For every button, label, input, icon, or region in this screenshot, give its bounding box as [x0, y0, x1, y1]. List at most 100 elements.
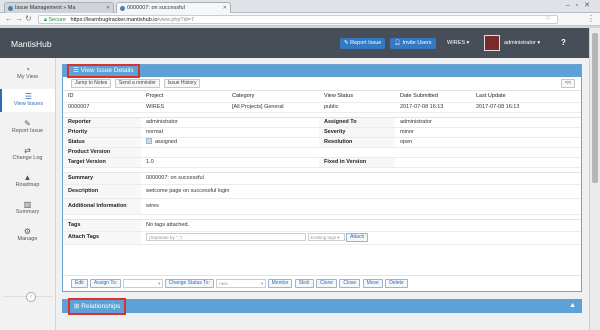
window-controls[interactable]: –▫✕	[566, 1, 596, 9]
relationships-title: ⊞ Relationships	[68, 298, 127, 315]
user-plus-icon: 👤︎	[394, 40, 403, 46]
move-button[interactable]: Move	[362, 279, 383, 288]
browser-menu-icon[interactable]: ⋮	[587, 14, 595, 23]
gears-icon: ⚙	[23, 227, 32, 236]
issue-project: WIRES	[141, 102, 227, 113]
sidebar: ◔ My View ☰ View Issues ✎ Report Issue ⇄…	[0, 58, 56, 330]
product-version-label: Product Version	[63, 147, 141, 158]
jump-to-notes-button[interactable]: Jump to Notes	[71, 79, 112, 88]
page-scrollbar[interactable]	[589, 28, 600, 330]
status-select[interactable]: new ▾	[216, 279, 267, 288]
user-menu[interactable]: administrator ▾	[504, 40, 540, 46]
expand-icon[interactable]: <<	[561, 79, 575, 88]
issue-last-update: 2017-07-08 16:13	[471, 102, 581, 113]
close-button[interactable]: Close	[339, 279, 361, 288]
assign-to-select[interactable]: ▾	[123, 279, 164, 288]
header-project: Project	[141, 91, 227, 103]
change-status-button[interactable]: Change Status To:	[164, 279, 214, 288]
issue-id: 0000007	[63, 102, 141, 113]
fixed-version-label: Fixed in Version	[319, 157, 395, 168]
header-date-submitted: Date Submitted	[395, 91, 471, 103]
header-category: Category	[227, 91, 319, 103]
list-icon: ☰	[73, 67, 81, 74]
description-value: welcome page on successful login	[141, 184, 581, 199]
address-bar: ← → ↻ 🔒︎ Secure https://learnbugtracker.…	[0, 13, 600, 26]
relationships-panel-header[interactable]: ⊞ Relationships ▲	[62, 298, 582, 315]
issue-date-submitted: 2017-07-08 16:13	[395, 102, 471, 113]
status-value: assigned	[141, 137, 319, 148]
sidebar-item-summary[interactable]: ▥ Summary	[0, 197, 55, 220]
issue-actions: Edit Assign To: ▾ Change Status To: new ▾…	[63, 275, 581, 291]
sidebar-item-my-view[interactable]: ◔ My View	[0, 62, 55, 85]
assigned-to-value: administrator	[395, 117, 581, 128]
browser-tab[interactable]: Issue Management » Ma ✕	[4, 2, 114, 13]
tags-label: Tags	[63, 219, 141, 232]
sidebar-item-roadmap[interactable]: ▲ Roadmap	[0, 170, 55, 193]
send-reminder-button[interactable]: Send a reminder	[114, 79, 160, 88]
issue-summary-table: ID Project Category View Status Date Sub…	[63, 91, 581, 245]
sidebar-item-change-log[interactable]: ⇄ Change Log	[0, 143, 55, 166]
attach-button[interactable]: Attach	[346, 232, 369, 242]
summary-label: Summary	[63, 172, 141, 185]
help-icon[interactable]: ?	[561, 38, 566, 47]
panel-header: ☰ View Issue Details	[63, 64, 581, 78]
header-last-update: Last Update	[471, 91, 581, 103]
app-navbar: MantisHub ✎ Report Issue 👤︎ Invite Users…	[0, 28, 589, 58]
chevron-down-icon: ▾	[260, 281, 264, 286]
assign-to-button[interactable]: Assign To:	[90, 279, 121, 288]
close-tab-icon[interactable]: ✕	[223, 5, 227, 11]
clone-button[interactable]: Clone	[315, 279, 338, 288]
additional-info-value: wires	[141, 198, 581, 215]
issue-history-button[interactable]: Issue History	[163, 79, 201, 88]
scrollbar-thumb[interactable]	[592, 33, 598, 183]
status-label: Status	[63, 137, 141, 148]
bookmark-star-icon[interactable]: ☆	[545, 14, 551, 22]
browser-tab-active[interactable]: 0000007: on successful ✕	[116, 2, 231, 13]
tags-value: No tags attached.	[141, 219, 581, 232]
brand-logo[interactable]: MantisHub	[11, 39, 52, 49]
close-tab-icon[interactable]: ✕	[106, 5, 110, 11]
target-version-value: 1.0	[141, 157, 319, 168]
status-swatch	[146, 138, 152, 145]
invite-users-button[interactable]: 👤︎ Invite Users	[390, 38, 436, 49]
url-field[interactable]: 🔒︎ Secure https://learnbugtracker.mantis…	[38, 15, 558, 24]
url-path: /view.php?id=7	[157, 17, 195, 23]
issue-view-status: public	[319, 102, 395, 113]
sidebar-item-view-issues[interactable]: ☰ View Issues	[0, 89, 55, 112]
sidebar-item-report-issue[interactable]: ✎ Report Issue	[0, 116, 55, 139]
chevron-down-icon: ▾	[158, 281, 161, 286]
reload-icon[interactable]: ↻	[25, 14, 32, 23]
edit-button[interactable]: Edit	[71, 279, 88, 288]
attach-tags-controls: (Separate by ",") Existing tags ▾ Attach	[141, 231, 581, 245]
delete-button[interactable]: Delete	[385, 279, 408, 288]
priority-label: Priority	[63, 127, 141, 138]
monitor-button[interactable]: Monitor	[267, 279, 293, 288]
report-issue-button[interactable]: ✎ Report Issue	[340, 38, 386, 49]
resolution-value: open	[395, 137, 581, 148]
attach-tags-label: Attach Tags	[63, 231, 141, 245]
tab-title: Issue Management » Ma	[15, 5, 76, 11]
fixed-version-value	[395, 157, 581, 168]
secure-label: Secure	[48, 17, 66, 23]
project-selector[interactable]: WIRES ▾	[447, 40, 469, 46]
road-icon: ▲	[23, 173, 32, 182]
additional-info-label: Additional Information	[63, 198, 141, 215]
severity-label: Severity	[319, 127, 395, 138]
description-label: Description	[63, 184, 141, 199]
tag-input[interactable]: (Separate by ",")	[146, 232, 306, 241]
existing-tags-select[interactable]: Existing tags ▾	[307, 232, 345, 241]
avatar[interactable]	[484, 35, 500, 51]
chevron-up-icon[interactable]: ▲	[569, 299, 576, 313]
reporter-value: administrator	[141, 117, 319, 128]
header-view-status: View Status	[319, 91, 395, 103]
browser-tab-bar: Issue Management » Ma ✕ 0000007: on succ…	[0, 0, 600, 13]
resolution-label: Resolution	[319, 137, 395, 148]
reporter-label: Reporter	[63, 117, 141, 128]
header-id: ID	[63, 91, 141, 103]
sidebar-item-manage[interactable]: ⚙ Manage	[0, 224, 55, 247]
list-icon: ☰	[24, 92, 33, 101]
stick-button[interactable]: Stick	[294, 279, 314, 288]
collapse-sidebar-icon[interactable]: ‹	[26, 292, 36, 302]
forward-icon[interactable]: →	[15, 14, 23, 23]
back-icon[interactable]: ←	[5, 14, 13, 23]
